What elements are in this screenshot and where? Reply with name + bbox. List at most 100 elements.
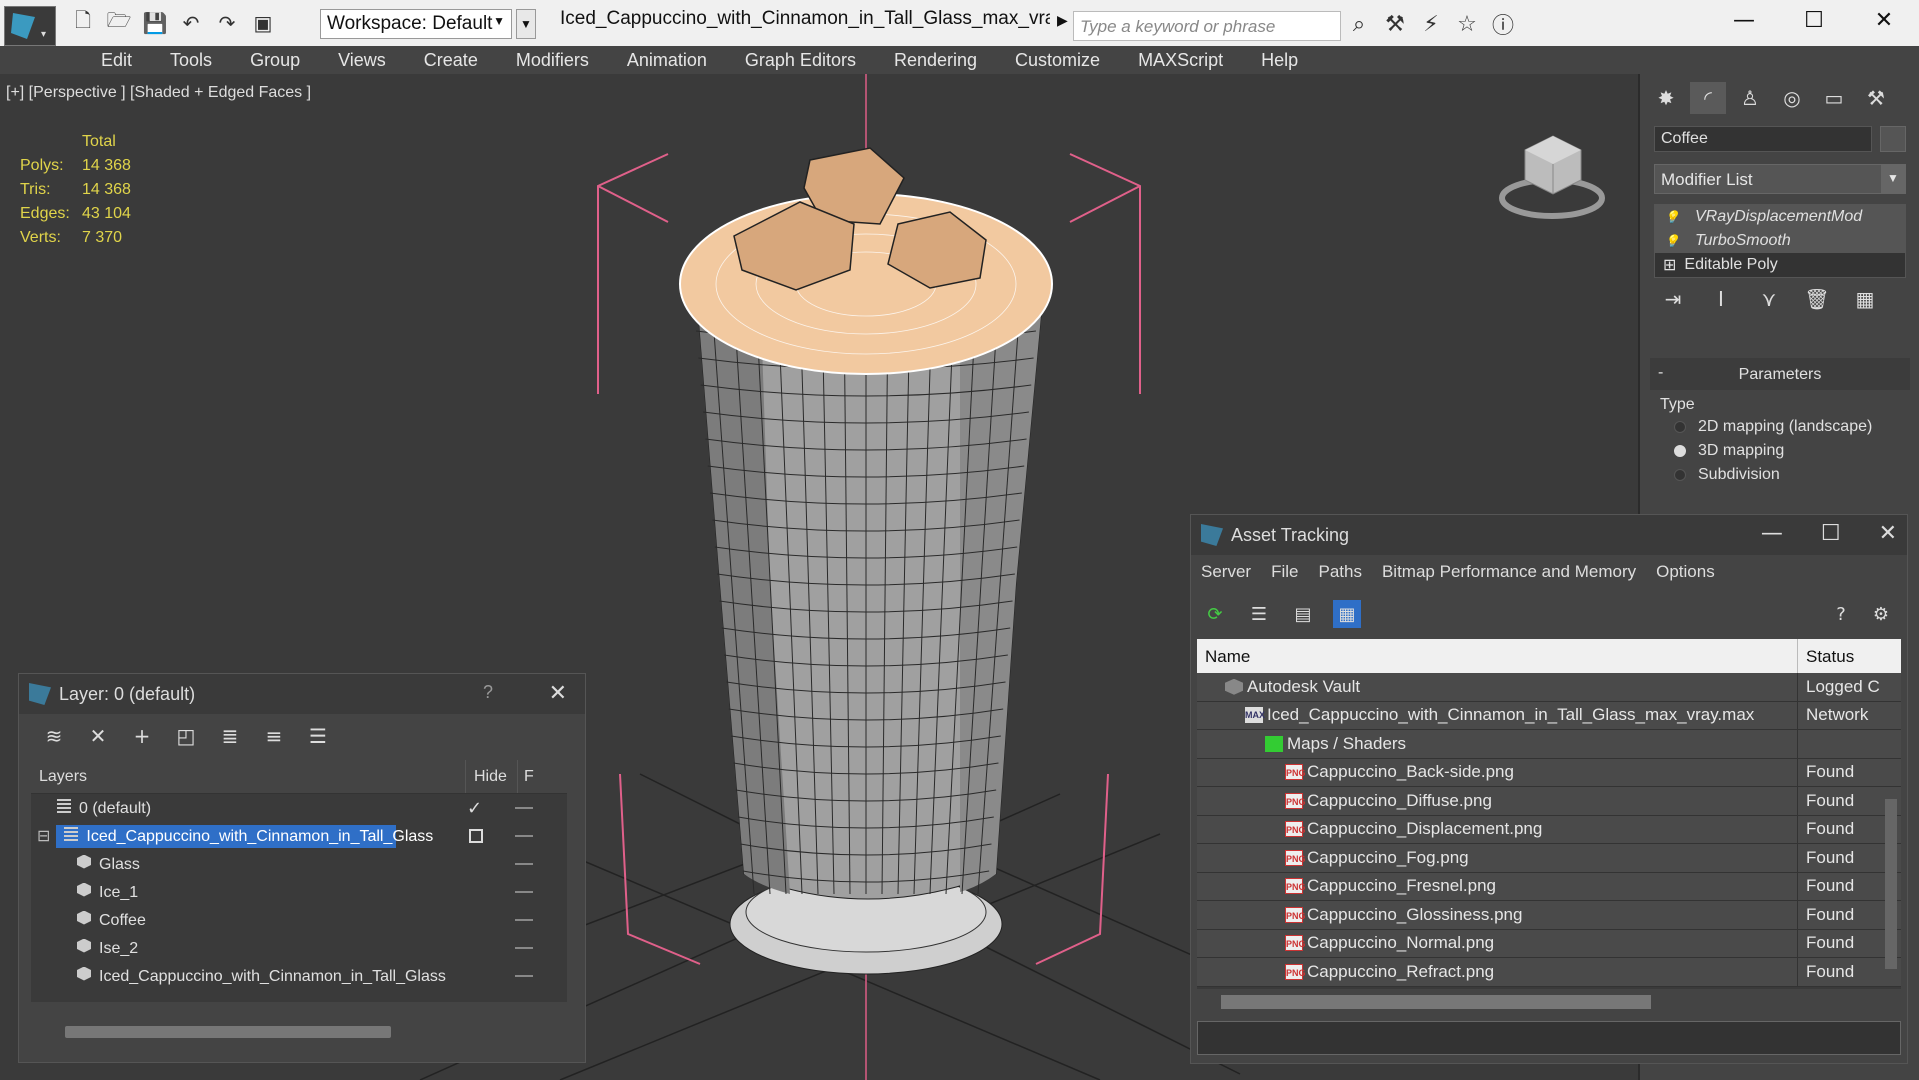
thumbnail-view-icon[interactable]: ▤ — [1289, 600, 1317, 628]
binoculars-icon[interactable]: ⌕ — [1346, 10, 1372, 38]
help-button[interactable]: ? — [483, 682, 493, 703]
modify-tab-icon[interactable]: ◜ — [1690, 82, 1726, 114]
menu-item-rendering[interactable]: Rendering — [875, 50, 996, 71]
menu-item-views[interactable]: Views — [319, 50, 405, 71]
layer-row[interactable]: Iced_Cappuccino_with_Cinnamon_in_Tall_Gl… — [31, 962, 567, 990]
type-radio-option[interactable]: 2D mapping (landscape) — [1674, 418, 1872, 436]
menu-item-customize[interactable]: Customize — [996, 50, 1119, 71]
close-button[interactable]: ✕ — [1849, 0, 1919, 40]
layer-row[interactable]: Ice_1 — [31, 878, 567, 906]
viewcube-icon[interactable] — [1495, 126, 1605, 226]
minimize-button[interactable]: — — [1709, 0, 1779, 40]
make-unique-icon[interactable]: ⋎ — [1756, 286, 1782, 312]
menu-item-help[interactable]: Help — [1242, 50, 1317, 71]
layer-row[interactable]: Glass — [31, 850, 567, 878]
menu-item-tools[interactable]: Tools — [151, 50, 231, 71]
vertical-scrollbar[interactable] — [1885, 799, 1897, 969]
menu-item-graph-editors[interactable]: Graph Editors — [726, 50, 875, 71]
app-logo-button[interactable]: ▾ — [4, 6, 56, 46]
help-icon[interactable]: ⓘ — [1490, 10, 1516, 39]
new-file-icon[interactable]: 🗋 — [70, 8, 96, 36]
asset-row[interactable]: PNG Cappuccino_Displacement.png Found — [1197, 815, 1901, 844]
hierarchy-tab-icon[interactable]: ♙ — [1732, 82, 1768, 114]
stack-item-turbosmooth[interactable]: 💡 TurboSmooth — [1655, 229, 1905, 253]
column-status[interactable]: Status — [1797, 639, 1862, 673]
hide-toggle[interactable] — [515, 947, 533, 949]
close-icon[interactable]: ✕ — [549, 680, 567, 706]
horizontal-scrollbar[interactable] — [1221, 995, 1651, 1009]
context-help-icon[interactable]: ⚙ — [1867, 600, 1895, 628]
workspace-menu-button[interactable]: ▼ — [516, 9, 536, 39]
stack-item-vraydisplacement[interactable]: 💡 VRayDisplacementMod — [1655, 205, 1905, 229]
column-hide[interactable]: Hide — [465, 760, 517, 793]
menu-item-create[interactable]: Create — [405, 50, 497, 71]
asset-row[interactable]: PNG Cappuccino_Back-side.png Found — [1197, 758, 1901, 787]
delete-layer-icon[interactable]: ✕ — [85, 723, 111, 749]
help-icon[interactable]: ? — [1827, 600, 1855, 628]
asset-row[interactable]: PNG Cappuccino_Normal.png Found — [1197, 929, 1901, 958]
asset-row[interactable]: PNG Cappuccino_Fresnel.png Found — [1197, 872, 1901, 901]
asset-row[interactable]: PNG Cappuccino_Fog.png Found — [1197, 844, 1901, 873]
motion-tab-icon[interactable]: ◎ — [1774, 82, 1810, 114]
layer-row[interactable]: Ise_2 — [31, 934, 567, 962]
remove-modifier-icon[interactable]: 🗑 — [1804, 286, 1830, 312]
hide-toggle[interactable] — [515, 835, 533, 837]
save-file-icon[interactable]: 💾 — [142, 10, 168, 36]
asset-row[interactable]: Autodesk Vault Logged C — [1197, 673, 1901, 702]
stack-item-editable-poly[interactable]: ⊞ Editable Poly — [1655, 253, 1905, 277]
asset-row[interactable]: PNG Cappuccino_Glossiness.png Found — [1197, 901, 1901, 930]
modifier-list-dropdown[interactable]: Modifier List ▼ — [1654, 164, 1906, 194]
pin-stack-icon[interactable]: ⇥ — [1660, 286, 1686, 312]
table-view-icon[interactable]: ▦ — [1333, 600, 1361, 628]
lightbulb-icon[interactable]: 💡 — [1661, 234, 1683, 248]
select-objects-icon[interactable]: ◰ — [173, 723, 199, 749]
parameters-rollout[interactable]: - Parameters — [1650, 358, 1910, 390]
asset-menu-item[interactable]: Server — [1201, 562, 1251, 582]
menu-item-maxscript[interactable]: MAXScript — [1119, 50, 1242, 71]
column-freeze[interactable]: F — [517, 760, 540, 793]
tools-icon[interactable]: ⚒ — [1382, 10, 1408, 38]
layer-row[interactable]: ⊟ Iced_Cappuccino_with_Cinnamon_in_Tall_G… — [31, 822, 567, 850]
menu-item-animation[interactable]: Animation — [608, 50, 726, 71]
open-file-icon[interactable]: 🗁 — [106, 8, 132, 36]
configure-modifier-sets-icon[interactable]: ▦ — [1852, 286, 1878, 312]
lightbulb-icon[interactable]: 💡 — [1661, 210, 1683, 224]
freeze-all-icon[interactable]: ☰ — [305, 723, 331, 749]
add-selection-icon[interactable]: + — [129, 723, 155, 749]
layer-row[interactable]: 0 (default) ✓ — [31, 794, 567, 822]
communication-icon[interactable]: ⚡ — [1418, 10, 1444, 38]
hide-toggle[interactable] — [515, 975, 533, 977]
asset-menu-item[interactable]: File — [1271, 562, 1298, 582]
collapse-icon[interactable]: ⊟ — [37, 826, 50, 846]
project-icon[interactable]: ▣ — [250, 10, 276, 36]
menu-item-group[interactable]: Group — [231, 50, 319, 71]
new-layer-icon[interactable]: ≋ — [41, 723, 67, 749]
asset-menu-item[interactable]: Options — [1656, 562, 1715, 582]
hide-toggle[interactable] — [515, 807, 533, 809]
asset-window-titlebar[interactable]: Asset Tracking — ☐ ✕ — [1191, 515, 1907, 555]
asset-menu-item[interactable]: Bitmap Performance and Memory — [1382, 562, 1636, 582]
create-tab-icon[interactable]: ✸ — [1648, 82, 1684, 114]
workspace-select[interactable]: Workspace: Default ▼ — [320, 9, 512, 39]
asset-row[interactable]: PNG Cappuccino_Refract.png Found — [1197, 958, 1901, 987]
search-input[interactable]: Type a keyword or phrase — [1073, 11, 1341, 41]
asset-row[interactable]: MAX Iced_Cappuccino_with_Cinnamon_in_Tall… — [1197, 701, 1901, 730]
expand-plus-icon[interactable]: ⊞ — [1663, 255, 1676, 275]
hide-toggle[interactable] — [515, 891, 533, 893]
layer-row[interactable]: Coffee — [31, 906, 567, 934]
current-layer-check-icon[interactable]: ✓ — [467, 798, 482, 819]
maximize-button[interactable]: ☐ — [1821, 521, 1841, 546]
menu-item-edit[interactable]: Edit — [82, 50, 151, 71]
list-view-icon[interactable]: ☰ — [1245, 600, 1273, 628]
utilities-tab-icon[interactable]: ⚒ — [1858, 82, 1894, 114]
highlight-layer-icon[interactable]: ≣ — [217, 723, 243, 749]
expand-arrow-icon[interactable]: ▶ — [1057, 12, 1068, 29]
hide-all-icon[interactable]: ≡ — [261, 723, 287, 749]
favorites-star-icon[interactable]: ☆ — [1454, 10, 1480, 38]
menu-item-modifiers[interactable]: Modifiers — [497, 50, 608, 71]
asset-menu-item[interactable]: Paths — [1318, 562, 1361, 582]
type-radio-option[interactable]: 3D mapping — [1674, 442, 1784, 460]
display-tab-icon[interactable]: ▭ — [1816, 82, 1852, 114]
close-icon[interactable]: ✕ — [1879, 521, 1897, 546]
type-radio-option[interactable]: Subdivision — [1674, 466, 1780, 484]
